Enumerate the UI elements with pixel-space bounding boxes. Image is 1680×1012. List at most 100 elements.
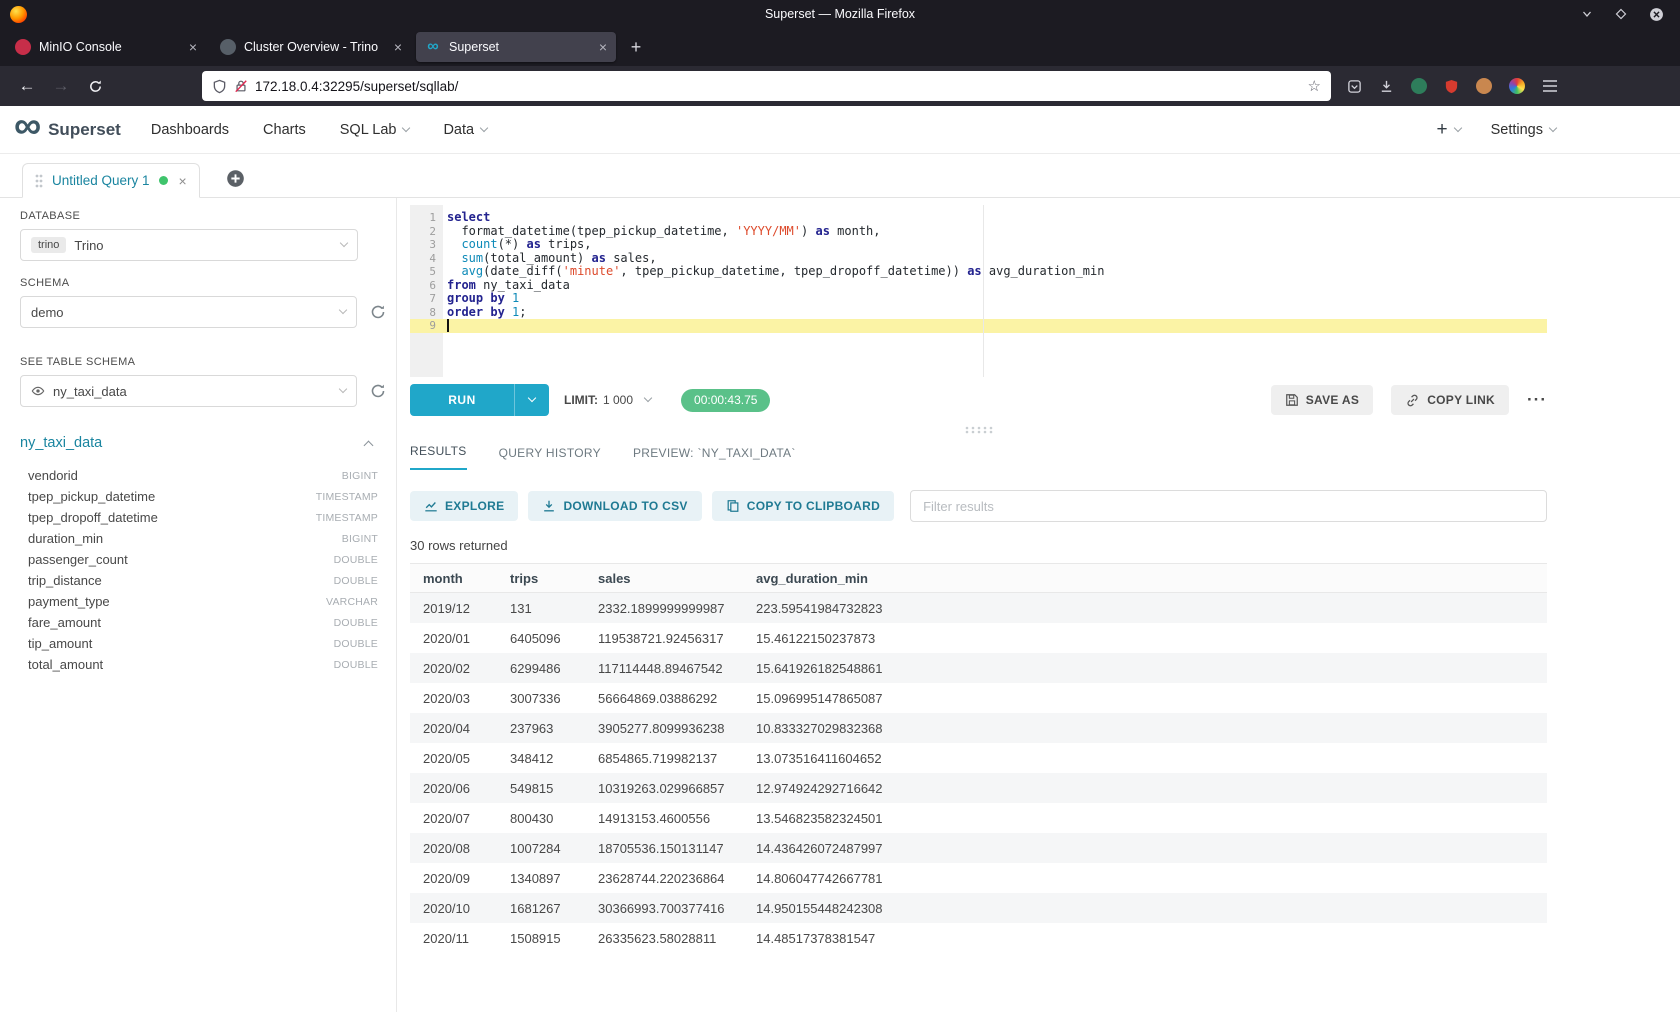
shield-icon[interactable] <box>212 79 227 94</box>
sql-editor[interactable]: 123456789 select format_datetime(tpep_pi… <box>410 205 1547 377</box>
table-cell: 2020/07 <box>410 811 497 826</box>
extension-icon[interactable] <box>1411 78 1427 94</box>
sqllab-main: 123456789 select format_datetime(tpep_pi… <box>397 198 1680 1012</box>
nav-item-label: Dashboards <box>151 122 229 138</box>
browser-tab-minio-console[interactable]: MinIO Console× <box>6 32 206 62</box>
table-select[interactable]: ny_taxi_data <box>20 375 357 407</box>
forward-button[interactable]: → <box>44 71 78 101</box>
settings-menu-button[interactable]: Settings <box>1491 122 1556 138</box>
save-as-button[interactable]: SAVE AS <box>1271 385 1373 415</box>
firefox-logo <box>10 6 27 23</box>
table-row: 2020/042379633905277.809993623810.833327… <box>410 713 1547 743</box>
app-brand[interactable]: Superset <box>48 120 121 140</box>
tab-close-icon[interactable]: × <box>189 39 197 55</box>
results-tab-results[interactable]: RESULTS <box>410 444 467 470</box>
table-cell: 2020/09 <box>410 871 497 886</box>
browser-tab-title: Cluster Overview - Trino <box>244 40 386 54</box>
sql-token: order by <box>447 305 505 319</box>
table-cell: 117114448.89467542 <box>585 661 743 676</box>
sql-token <box>447 251 461 265</box>
drag-handle-icon[interactable] <box>35 174 43 188</box>
table-cell: 1508915 <box>497 931 585 946</box>
window-close-icon[interactable] <box>1649 7 1664 22</box>
url-text[interactable]: 172.18.0.4:32295/superset/sqllab/ <box>255 79 1301 94</box>
sqllab-sidebar: DATABASE trino Trino SCHEMA demo SEE TAB… <box>0 198 397 1012</box>
table-cell: 13.073516411604652 <box>743 751 1547 766</box>
column-header-month[interactable]: month <box>410 571 497 586</box>
run-dropdown-caret[interactable] <box>514 384 549 416</box>
pane-resize-handle[interactable] <box>410 423 1547 436</box>
window-minimize-icon[interactable] <box>1581 8 1593 20</box>
copy-link-button[interactable]: COPY LINK <box>1391 385 1509 415</box>
sql-token <box>505 305 512 319</box>
copy-to-clipboard-button[interactable]: COPY TO CLIPBOARD <box>712 491 894 521</box>
run-button[interactable]: RUN <box>410 384 549 416</box>
editor-code[interactable]: select format_datetime(tpep_pickup_datet… <box>443 205 1547 377</box>
database-label: DATABASE <box>20 210 386 222</box>
database-value: Trino <box>74 238 103 253</box>
column-header-trips[interactable]: trips <box>497 571 585 586</box>
limit-dropdown[interactable]: LIMIT: 1 000 <box>564 393 651 407</box>
table-cell: 119538721.92456317 <box>585 631 743 646</box>
explore-label: EXPLORE <box>445 499 504 513</box>
refresh-schemas-button[interactable] <box>370 304 386 320</box>
reload-button[interactable] <box>78 71 112 101</box>
browser-tab-cluster-overview-trino[interactable]: Cluster Overview - Trino × <box>211 32 411 62</box>
table-cell: 23628744.220236864 <box>585 871 743 886</box>
table-cell: 26335623.58028811 <box>585 931 743 946</box>
sqllab-workspace: DATABASE trino Trino SCHEMA demo SEE TAB… <box>0 198 1680 1012</box>
code-line: order by 1; <box>443 306 1547 320</box>
database-select[interactable]: trino Trino <box>20 229 358 261</box>
results-tab-preview-ny-taxi-data[interactable]: PREVIEW: `NY_TAXI_DATA` <box>633 446 796 470</box>
sql-token: as <box>967 264 981 278</box>
browser-tab-superset[interactable]: ∞Superset× <box>416 32 616 62</box>
table-cell: 2020/03 <box>410 691 497 706</box>
nav-item-dashboards[interactable]: Dashboards <box>151 122 229 138</box>
table-row: 2020/08100728418705536.15013114714.43642… <box>410 833 1547 863</box>
pinwheel-extension-icon[interactable] <box>1509 78 1525 94</box>
new-menu-button[interactable]: + <box>1436 119 1460 141</box>
table-name-heading[interactable]: ny_taxi_data <box>20 435 102 451</box>
table-row: 2020/03300733656664869.0388629215.096995… <box>410 683 1547 713</box>
add-query-tab-button[interactable] <box>226 169 245 188</box>
chevron-up-icon[interactable] <box>364 440 374 450</box>
results-tab-query-history[interactable]: QUERY HISTORY <box>499 446 601 470</box>
refresh-tables-button[interactable] <box>370 383 386 399</box>
download-csv-button[interactable]: DOWNLOAD TO CSV <box>528 491 701 521</box>
filter-results-input[interactable] <box>910 490 1547 522</box>
tab-close-icon[interactable]: × <box>599 39 607 55</box>
nav-item-sql-lab[interactable]: SQL Lab <box>340 122 410 138</box>
line-number: 4 <box>410 252 443 266</box>
lock-insecure-icon[interactable] <box>234 79 248 93</box>
sql-token: ny_taxi_data <box>476 278 570 292</box>
schema-select[interactable]: demo <box>20 296 357 328</box>
column-name: fare_amount <box>28 615 101 630</box>
ublock-extension-icon[interactable] <box>1444 79 1459 94</box>
save-to-pocket-icon[interactable] <box>1347 79 1362 94</box>
explore-button[interactable]: EXPLORE <box>410 491 518 521</box>
more-options-icon[interactable]: ··· <box>1527 390 1547 410</box>
table-column-row: tpep_pickup_datetimeTIMESTAMP <box>20 486 386 507</box>
window-maximize-icon[interactable] <box>1615 8 1627 20</box>
url-bar[interactable]: 172.18.0.4:32295/superset/sqllab/ ☆ <box>202 71 1331 101</box>
downloads-icon[interactable] <box>1379 79 1394 94</box>
run-label[interactable]: RUN <box>410 384 514 416</box>
table-row: 2020/053484126854865.71998213713.0735164… <box>410 743 1547 773</box>
query-tab-close-icon[interactable]: × <box>179 173 187 189</box>
column-header-avg-duration-min[interactable]: avg_duration_min <box>743 571 1547 586</box>
column-list: vendoridBIGINTtpep_pickup_datetimeTIMEST… <box>20 465 386 675</box>
column-header-sales[interactable]: sales <box>585 571 743 586</box>
tab-close-icon[interactable]: × <box>394 39 402 55</box>
browser-navbar: ← → 172.18.0.4:32295/superset/sqllab/ ☆ <box>0 66 1680 106</box>
cookie-extension-icon[interactable] <box>1476 78 1492 94</box>
column-name: payment_type <box>28 594 110 609</box>
nav-item-data[interactable]: Data <box>443 122 487 138</box>
line-number: 1 <box>410 211 443 225</box>
new-tab-button[interactable]: + <box>621 32 651 62</box>
bookmark-star-icon[interactable]: ☆ <box>1308 77 1321 95</box>
table-cell: 3007336 <box>497 691 585 706</box>
nav-item-charts[interactable]: Charts <box>263 122 306 138</box>
back-button[interactable]: ← <box>10 71 44 101</box>
menu-hamburger-icon[interactable] <box>1542 79 1558 93</box>
query-tab-untitled-query-1[interactable]: Untitled Query 1 × <box>22 163 200 198</box>
